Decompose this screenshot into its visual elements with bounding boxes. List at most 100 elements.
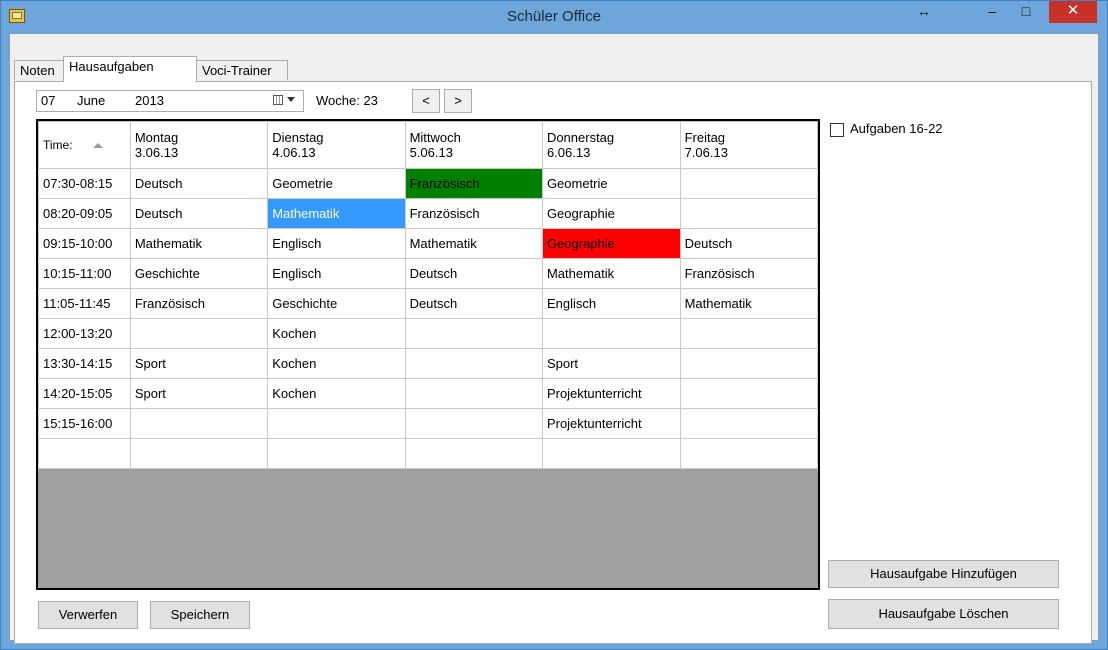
subject-cell[interactable]: Englisch	[267, 258, 406, 289]
sort-ascending-icon	[92, 142, 103, 148]
subject-cell[interactable]: Französisch	[129, 288, 269, 319]
time-cell[interactable]: 10:15-11:00	[38, 258, 131, 289]
subject-cell[interactable]	[129, 318, 269, 349]
column-header-freitag[interactable]: Freitag 7.06.13	[679, 121, 818, 169]
table-row: 10:15-11:00 Geschichte Englisch Deutsch Math…	[38, 258, 818, 289]
time-cell[interactable]: 09:15-10:00	[38, 228, 131, 259]
subject-cell[interactable]	[679, 198, 818, 229]
subject-cell[interactable]: Kochen	[267, 378, 406, 409]
aufgaben-checkbox[interactable]	[830, 123, 844, 137]
time-cell[interactable]: 13:30-14:15	[38, 348, 131, 379]
subject-cell[interactable]: Mathematik	[129, 228, 269, 259]
subject-cell[interactable]	[679, 378, 818, 409]
time-cell[interactable]	[38, 438, 131, 469]
column-header-montag[interactable]: Montag 3.06.13	[129, 121, 269, 169]
subject-cell[interactable]	[679, 348, 818, 379]
subject-cell[interactable]: Mathematik	[541, 258, 681, 289]
subject-cell[interactable]: Deutsch	[679, 228, 818, 259]
subject-cell[interactable]: Geographie	[541, 198, 681, 229]
subject-cell[interactable]	[541, 438, 681, 469]
subject-cell[interactable]	[679, 168, 818, 199]
subject-cell[interactable]	[404, 438, 543, 469]
subject-cell[interactable]	[404, 318, 543, 349]
column-header-day: Mittwoch	[409, 130, 461, 145]
title-bar[interactable]: Schüler Office ↔ – □ ✕	[1, 1, 1107, 33]
subject-cell[interactable]: Mathematik	[679, 288, 818, 319]
date-month[interactable]: June	[77, 93, 105, 108]
column-header-mittwoch[interactable]: Mittwoch 5.06.13	[404, 121, 543, 169]
aufgaben-checkbox-label[interactable]: Aufgaben 16-22	[850, 121, 943, 136]
subject-cell[interactable]: Kochen	[267, 318, 406, 349]
timetable-grid[interactable]: Time: Montag 3.06.13 Dienstag 4.06.13 Mitt…	[36, 119, 820, 590]
table-row: 11:05-11:45 Französisch Geschichte Deutsch E…	[38, 288, 818, 319]
subject-cell[interactable]: Deutsch	[129, 168, 269, 199]
minimize-button[interactable]: –	[977, 1, 1007, 23]
subject-cell[interactable]: Sport	[541, 348, 681, 379]
subject-cell[interactable]: Kochen	[267, 348, 406, 379]
subject-cell[interactable]: Mathematik	[404, 228, 543, 259]
discard-button[interactable]: Verwerfen	[38, 601, 138, 629]
subject-cell[interactable]: Projektunterricht	[541, 408, 681, 439]
tab-voci-trainer[interactable]: Voci-Trainer	[196, 60, 288, 80]
subject-cell[interactable]: Englisch	[267, 228, 406, 259]
tab-hausaufgaben[interactable]: Hausaufgaben	[63, 56, 197, 82]
subject-cell[interactable]: Projektunterricht	[541, 378, 681, 409]
time-cell[interactable]: 15:15-16:00	[38, 408, 131, 439]
header-row: Time: Montag 3.06.13 Dienstag 4.06.13 Mitt…	[38, 121, 818, 169]
subject-cell[interactable]	[267, 438, 406, 469]
subject-cell[interactable]: Geschichte	[129, 258, 269, 289]
resize-icon[interactable]: ↔	[911, 1, 937, 23]
column-header-dienstag[interactable]: Dienstag 4.06.13	[267, 121, 406, 169]
table-row: 14:20-15:05 Sport Kochen Projektunterricht	[38, 378, 818, 409]
subject-cell[interactable]: Französisch	[404, 198, 543, 229]
subject-cell[interactable]	[404, 348, 543, 379]
subject-cell[interactable]: Sport	[129, 348, 269, 379]
save-button[interactable]: Speichern	[150, 601, 250, 629]
subject-cell[interactable]: Deutsch	[404, 288, 543, 319]
column-header-donnerstag[interactable]: Donnerstag 6.06.13	[541, 121, 681, 169]
time-cell[interactable]: 12:00-13:20	[38, 318, 131, 349]
tab-noten[interactable]: Noten	[14, 60, 64, 80]
subject-cell[interactable]	[404, 378, 543, 409]
subject-cell[interactable]: Französisch	[679, 258, 818, 289]
column-header-time[interactable]: Time:	[38, 121, 131, 169]
subject-cell[interactable]: Mathematik	[267, 198, 406, 229]
column-header-date: 5.06.13	[409, 145, 453, 160]
subject-cell[interactable]: Geometrie	[541, 168, 681, 199]
subject-cell[interactable]: Geschichte	[267, 288, 406, 319]
column-header-day: Dienstag	[272, 130, 324, 145]
date-picker[interactable]: 07 June 2013	[36, 90, 304, 112]
delete-homework-button[interactable]: Hausaufgabe Löschen	[828, 599, 1059, 629]
date-day[interactable]: 07	[41, 93, 55, 108]
time-cell[interactable]: 11:05-11:45	[38, 288, 131, 319]
window-title: Schüler Office	[507, 8, 601, 25]
subject-cell[interactable]: Geographie	[541, 228, 681, 259]
next-week-button[interactable]: >	[444, 89, 472, 113]
subject-cell[interactable]	[679, 318, 818, 349]
date-year[interactable]: 2013	[135, 93, 164, 108]
subject-cell[interactable]: Deutsch	[129, 198, 269, 229]
close-button[interactable]: ✕	[1049, 1, 1097, 23]
subject-cell[interactable]	[129, 408, 269, 439]
table-row: 13:30-14:15 Sport Kochen Sport	[38, 348, 818, 379]
time-cell[interactable]: 08:20-09:05	[38, 198, 131, 229]
subject-cell[interactable]	[679, 408, 818, 439]
subject-cell[interactable]	[541, 318, 681, 349]
calendar-dropdown-button[interactable]	[269, 93, 299, 109]
add-homework-button[interactable]: Hausaufgabe Hinzufügen	[828, 560, 1059, 588]
table-row	[38, 438, 818, 469]
subject-cell[interactable]: Geometrie	[267, 168, 406, 199]
subject-cell[interactable]	[267, 408, 406, 439]
prev-week-button[interactable]: <	[412, 89, 440, 113]
subject-cell[interactable]	[404, 408, 543, 439]
time-cell[interactable]: 07:30-08:15	[38, 168, 131, 199]
subject-cell[interactable]	[679, 438, 818, 469]
subject-cell[interactable]: Sport	[129, 378, 269, 409]
subject-cell[interactable]: Deutsch	[404, 258, 543, 289]
subject-cell[interactable]	[129, 438, 269, 469]
subject-cell[interactable]: Englisch	[541, 288, 681, 319]
maximize-button[interactable]: □	[1009, 1, 1043, 23]
table-row: 12:00-13:20 Kochen	[38, 318, 818, 349]
time-cell[interactable]: 14:20-15:05	[38, 378, 131, 409]
subject-cell[interactable]: Französisch	[404, 168, 543, 199]
